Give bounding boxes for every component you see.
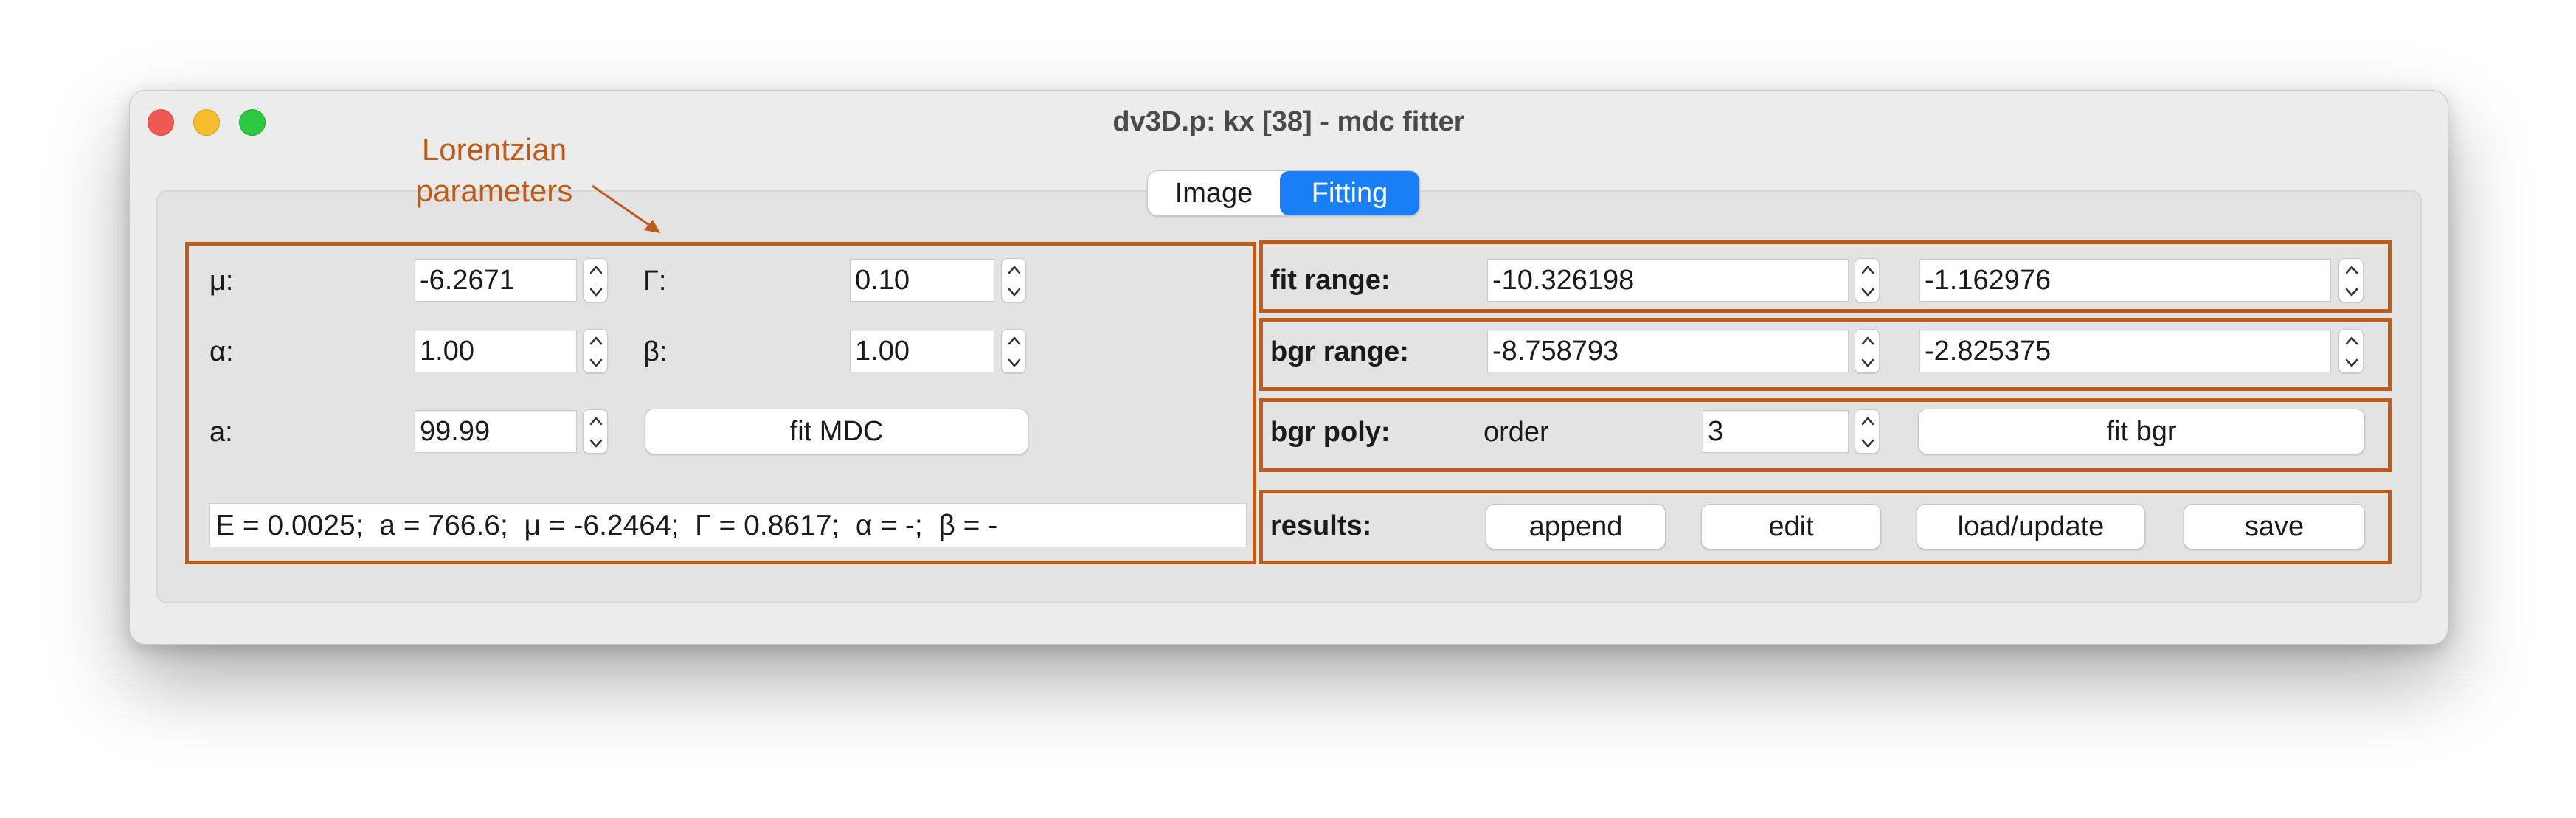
load-update-button[interactable]: load/update xyxy=(1917,504,2145,550)
mu-field[interactable]: -6.2671 xyxy=(415,259,577,302)
beta-stepper[interactable] xyxy=(1001,329,1026,373)
bgr-range-min-stepper[interactable] xyxy=(1855,329,1880,373)
fit-range-max-stepper[interactable] xyxy=(2338,258,2364,302)
fit-range-min-stepper[interactable] xyxy=(1855,258,1880,302)
bgr-range-max-stepper[interactable] xyxy=(2338,329,2364,373)
chevron-up-icon[interactable] xyxy=(584,330,609,352)
mu-stepper[interactable] xyxy=(583,258,608,302)
tab-image[interactable]: Image xyxy=(1148,171,1280,215)
chevron-up-icon[interactable] xyxy=(1855,410,1880,432)
tab-fitting[interactable]: Fitting xyxy=(1280,171,1419,215)
order-label: order xyxy=(1483,417,1549,448)
alpha-stepper[interactable] xyxy=(583,329,608,373)
bgr-range-min-field[interactable]: -8.758793 xyxy=(1487,330,1849,372)
a-field[interactable]: 99.99 xyxy=(415,410,577,453)
chevron-down-icon[interactable] xyxy=(584,352,609,374)
edit-button[interactable]: edit xyxy=(1701,504,1881,550)
annotation-line-1: Lorentzian xyxy=(421,132,567,167)
chevron-down-icon[interactable] xyxy=(584,432,609,454)
chevron-down-icon[interactable] xyxy=(1855,352,1880,374)
mu-label: μ: xyxy=(210,266,234,297)
chevron-down-icon[interactable] xyxy=(1002,281,1027,303)
order-stepper[interactable] xyxy=(1855,409,1880,454)
chevron-down-icon[interactable] xyxy=(2339,281,2364,303)
beta-label: β: xyxy=(643,336,668,367)
bgr-range-max-field[interactable]: -2.825375 xyxy=(1919,330,2331,372)
chevron-down-icon[interactable] xyxy=(1855,281,1880,303)
chevron-down-icon[interactable] xyxy=(584,281,609,303)
annotation-arrow-icon xyxy=(592,184,660,233)
beta-field[interactable]: 1.00 xyxy=(850,330,994,372)
chevron-up-icon[interactable] xyxy=(1002,330,1027,352)
bgr-poly-label: bgr poly: xyxy=(1270,417,1391,448)
fit-bgr-button[interactable]: fit bgr xyxy=(1918,409,2365,454)
tab-bar: Image Fitting xyxy=(1147,170,1420,216)
chevron-up-icon[interactable] xyxy=(1855,330,1880,352)
chevron-up-icon[interactable] xyxy=(2339,330,2364,352)
fit-mdc-button[interactable]: fit MDC xyxy=(645,409,1028,454)
gamma-field[interactable]: 0.10 xyxy=(850,259,994,302)
results-label: results: xyxy=(1270,510,1372,541)
annotation-label: Lorentzian parameters xyxy=(398,129,590,212)
chevron-up-icon[interactable] xyxy=(584,259,609,281)
bgr-range-label: bgr range: xyxy=(1270,336,1409,367)
fit-range-max-field[interactable]: -1.162976 xyxy=(1919,259,2331,302)
annotation-line-2: parameters xyxy=(415,173,573,208)
chevron-down-icon[interactable] xyxy=(1002,352,1027,374)
a-label: a: xyxy=(210,417,233,448)
fit-range-label: fit range: xyxy=(1270,265,1391,296)
save-button[interactable]: save xyxy=(2184,504,2365,550)
chevron-up-icon[interactable] xyxy=(2339,259,2364,281)
chevron-up-icon[interactable] xyxy=(1002,259,1027,281)
alpha-label: α: xyxy=(210,336,234,367)
gamma-stepper[interactable] xyxy=(1001,258,1026,302)
append-button[interactable]: append xyxy=(1486,504,1666,550)
chevron-up-icon[interactable] xyxy=(1855,259,1880,281)
chevron-up-icon[interactable] xyxy=(584,410,609,432)
chevron-down-icon[interactable] xyxy=(2339,352,2364,374)
fit-result-readout: E = 0.0025; a = 766.6; μ = -6.2464; Γ = … xyxy=(209,503,1247,547)
gamma-label: Γ: xyxy=(643,266,667,297)
fit-range-min-field[interactable]: -10.326198 xyxy=(1487,259,1849,302)
a-stepper[interactable] xyxy=(583,409,608,454)
alpha-field[interactable]: 1.00 xyxy=(415,330,577,372)
chevron-down-icon[interactable] xyxy=(1855,432,1880,454)
order-field[interactable]: 3 xyxy=(1703,410,1849,453)
